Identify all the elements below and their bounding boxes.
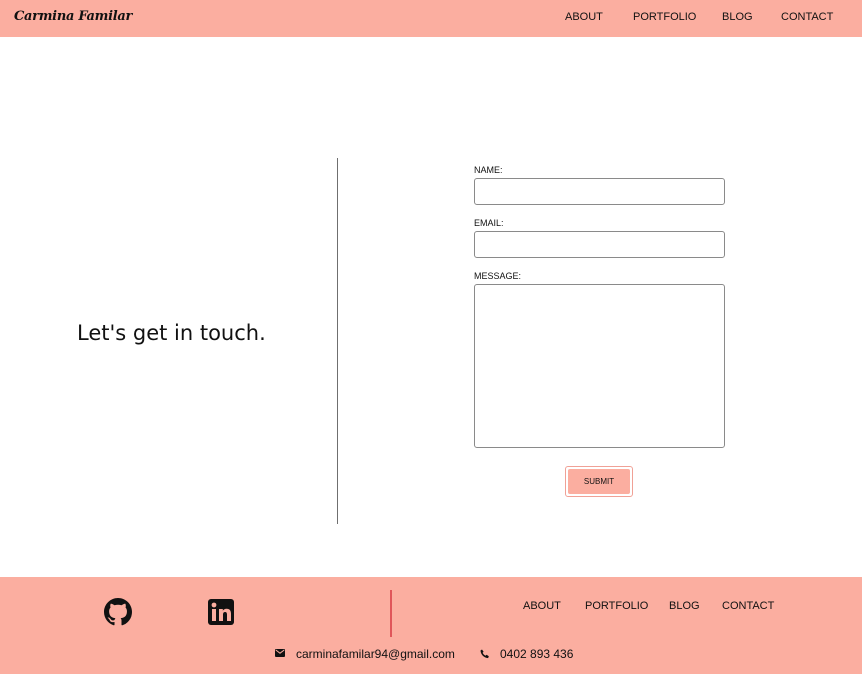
envelope-icon [275, 649, 285, 657]
footer-nav-blog-link[interactable]: BLOG [669, 600, 700, 612]
footer-nav-about-link[interactable]: ABOUT [523, 600, 561, 612]
footer-nav-contact-link[interactable]: CONTACT [722, 600, 774, 612]
footer-divider [390, 590, 392, 637]
email-label: EMAIL: [474, 218, 504, 228]
email-field[interactable] [474, 231, 725, 258]
site-header: Carmina Familar ABOUT PORTFOLIO BLOG CON… [0, 0, 862, 37]
nav-about-link[interactable]: ABOUT [565, 11, 603, 23]
name-field[interactable] [474, 178, 725, 205]
github-icon[interactable] [104, 598, 132, 630]
email-text[interactable]: carminafamilar94@gmail.com [296, 647, 455, 661]
nav-portfolio-link[interactable]: PORTFOLIO [633, 11, 696, 23]
submit-button[interactable]: SUBMIT [568, 469, 630, 494]
brand-logo[interactable]: Carmina Familar [14, 9, 132, 24]
footer-nav-portfolio-link[interactable]: PORTFOLIO [585, 600, 648, 612]
nav-blog-link[interactable]: BLOG [722, 11, 753, 23]
submit-button-frame: SUBMIT [565, 466, 633, 497]
message-field[interactable] [474, 284, 725, 448]
name-label: NAME: [474, 165, 503, 175]
site-footer: ABOUT PORTFOLIO BLOG CONTACT carminafami… [0, 577, 862, 674]
page-headline: Let's get in touch. [77, 321, 266, 345]
phone-icon [480, 649, 489, 659]
linkedin-icon[interactable] [208, 599, 234, 629]
nav-contact-link[interactable]: CONTACT [781, 11, 833, 23]
phone-text[interactable]: 0402 893 436 [500, 647, 573, 661]
section-divider [337, 158, 338, 524]
message-label: MESSAGE: [474, 271, 522, 281]
